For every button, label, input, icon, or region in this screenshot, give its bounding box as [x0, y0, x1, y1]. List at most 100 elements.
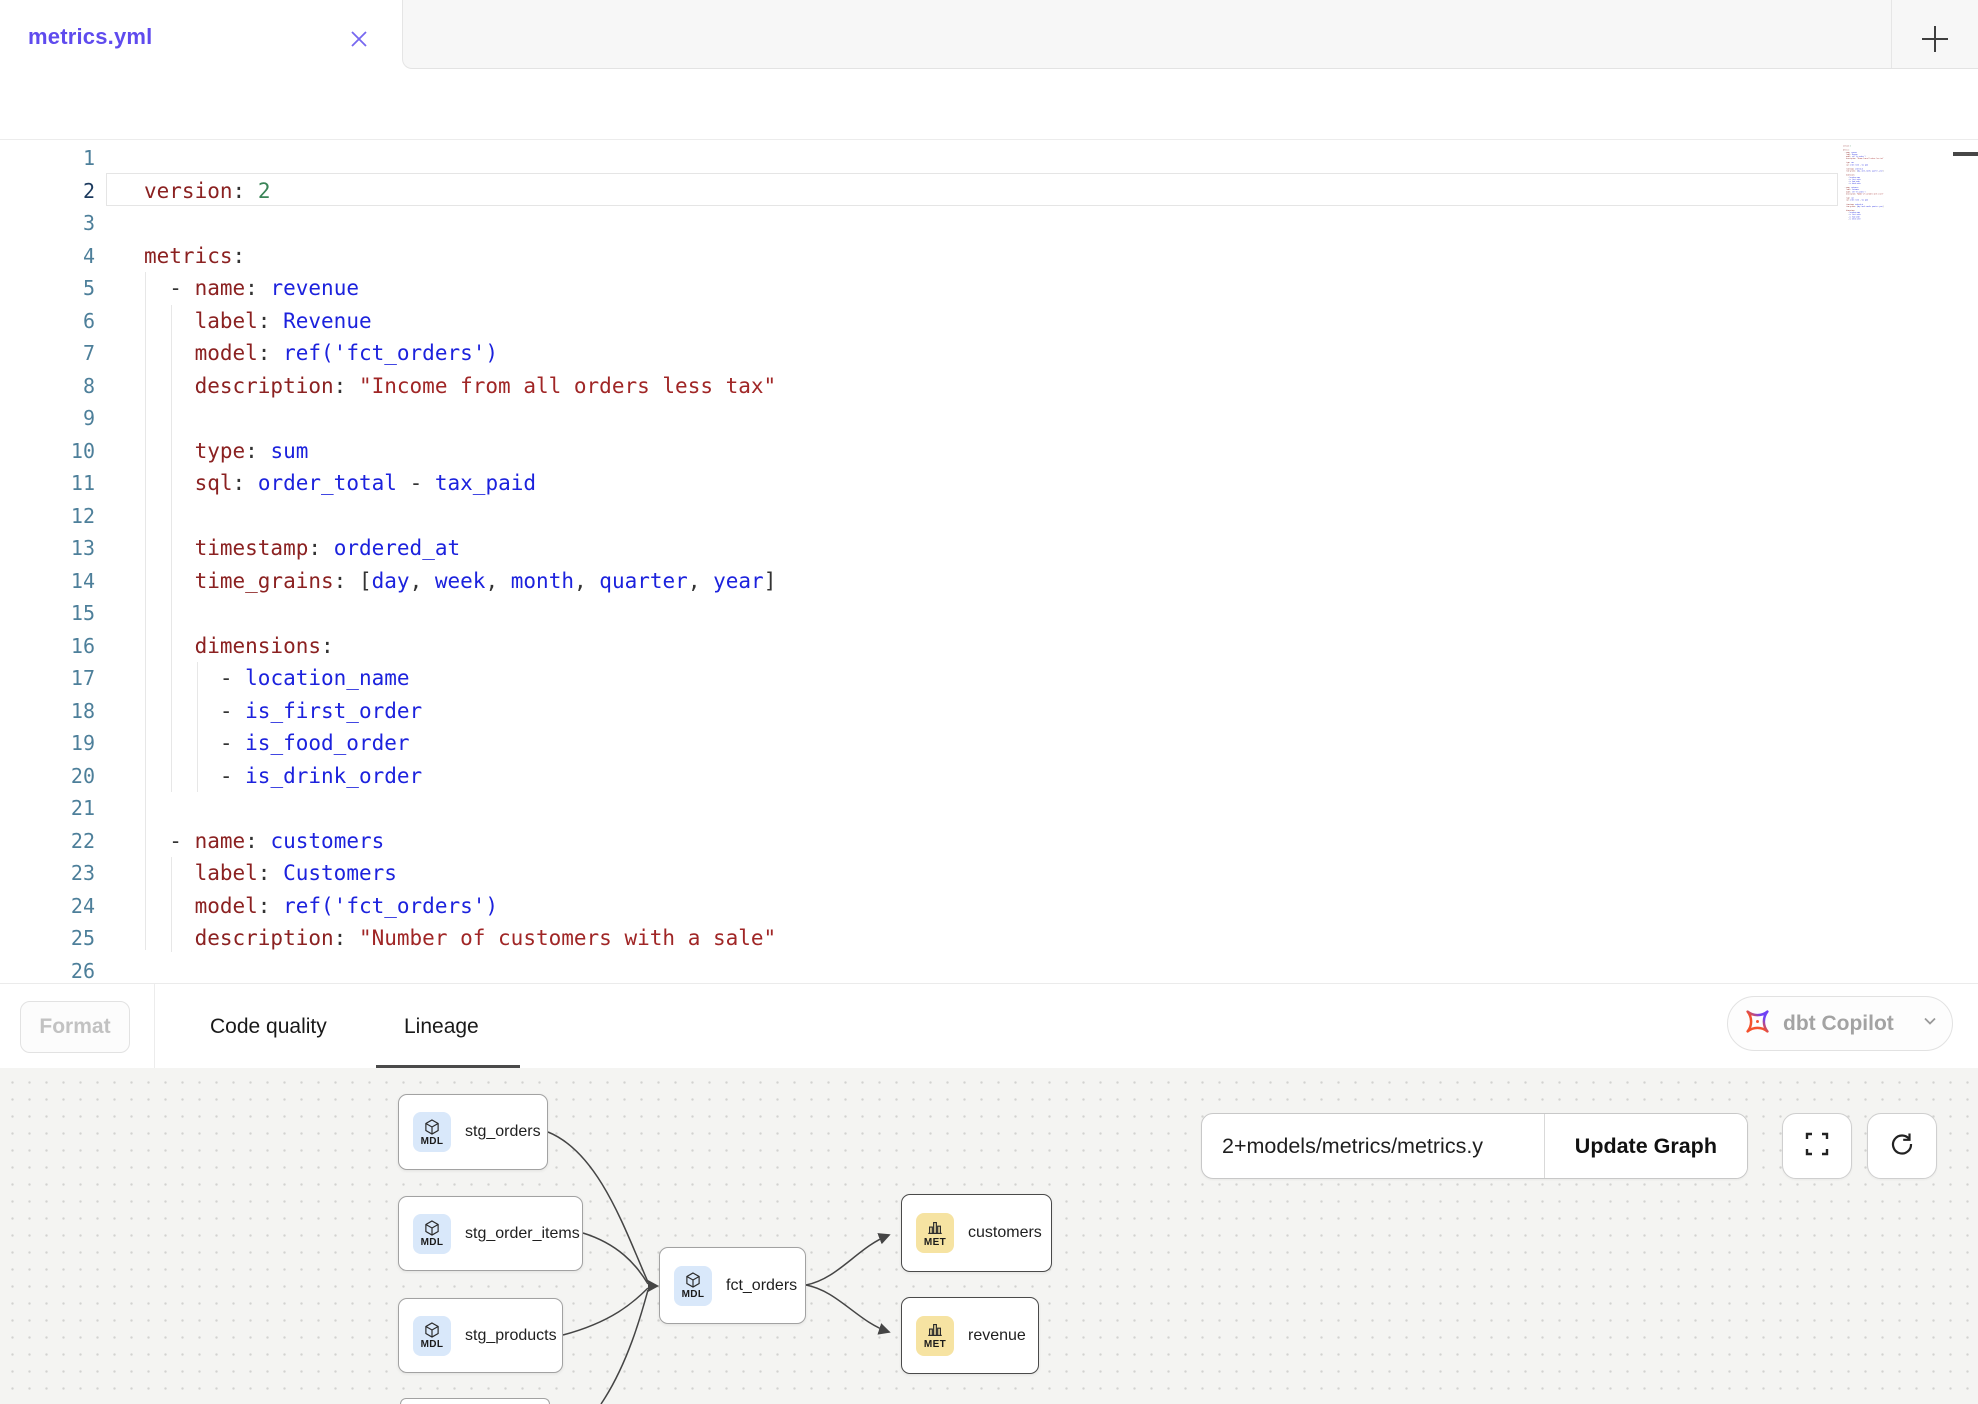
- line-number: 21: [0, 792, 95, 825]
- metric-chart-icon: MET: [916, 1316, 954, 1356]
- lineage-node-revenue[interactable]: MET revenue: [901, 1297, 1039, 1374]
- minimap-content: version: 2 metrics: - name: revenue labe…: [1843, 143, 1895, 220]
- code-line: - location_name: [144, 662, 776, 695]
- line-number: 12: [0, 500, 95, 533]
- tab-lineage[interactable]: Lineage: [404, 984, 479, 1069]
- code-line: - is_drink_order: [1843, 218, 1895, 220]
- format-button[interactable]: Format: [20, 1001, 130, 1053]
- copilot-label: dbt Copilot: [1783, 1012, 1894, 1036]
- tab-code-quality[interactable]: Code quality: [210, 984, 327, 1069]
- lineage-canvas[interactable]: MDL stg_orders MDL stg_order_items MDL stg_pr…: [0, 1068, 1978, 1404]
- line-number: 20: [0, 760, 95, 793]
- line-number: 5: [0, 272, 95, 305]
- line-number: 7: [0, 337, 95, 370]
- plus-icon[interactable]: [1918, 22, 1952, 56]
- close-icon[interactable]: [347, 27, 371, 51]
- lineage-node-stg_order_items[interactable]: MDL stg_order_items: [398, 1196, 583, 1271]
- node-label: stg_orders: [465, 1123, 541, 1141]
- lineage-node-fct_orders[interactable]: MDL fct_orders: [659, 1247, 806, 1324]
- node-label: stg_order_items: [465, 1225, 580, 1243]
- model-cube-icon: MDL: [413, 1112, 451, 1152]
- code-line: [144, 597, 776, 630]
- edge-stg_products-fct_orders: [563, 1288, 648, 1335]
- code-line: metrics:: [144, 240, 776, 273]
- node-type-badge: MET: [924, 1340, 946, 1350]
- code-line: - name: customers: [144, 825, 776, 858]
- tab-bar-divider: [1891, 0, 1892, 68]
- code-line: [144, 207, 776, 240]
- code-line: - is_drink_order: [144, 760, 776, 793]
- lineage-node-customers[interactable]: MET customers: [901, 1194, 1052, 1272]
- node-type-badge: MET: [924, 1238, 946, 1248]
- scrollbar-thumb[interactable]: [1953, 152, 1978, 156]
- line-number: 2: [0, 175, 95, 208]
- line-number: 8: [0, 370, 95, 403]
- code-line: type: sum: [144, 435, 776, 468]
- code-line: description: "Income from all orders les…: [144, 370, 776, 403]
- code-line: sql: order_total - tax_paid: [144, 467, 776, 500]
- model-cube-icon: MDL: [674, 1266, 712, 1306]
- minimap[interactable]: version: 2 metrics: - name: revenue labe…: [1843, 143, 1895, 273]
- code-content[interactable]: version: 2 metrics: - name: revenue labe…: [144, 142, 776, 983]
- node-type-badge: MDL: [421, 1137, 444, 1147]
- code-line: [144, 955, 776, 984]
- toolbar-divider: [154, 984, 155, 1069]
- code-line: model: ref('fct_orders'): [144, 337, 776, 370]
- lineage-node-stg_orders[interactable]: MDL stg_orders: [398, 1094, 548, 1170]
- update-graph-button[interactable]: Update Graph: [1544, 1114, 1747, 1178]
- line-number: 11: [0, 467, 95, 500]
- code-line: time_grains: [day, week, month, quarter,…: [144, 565, 776, 598]
- lineage-filter-input[interactable]: [1202, 1114, 1544, 1178]
- model-cube-icon: MDL: [413, 1316, 451, 1356]
- node-label: customers: [968, 1224, 1042, 1242]
- line-number: 13: [0, 532, 95, 565]
- line-number: 9: [0, 402, 95, 435]
- tab-bar: metrics.yml: [0, 0, 1978, 69]
- node-type-badge: MDL: [421, 1340, 444, 1350]
- fullscreen-icon: [1804, 1131, 1830, 1162]
- code-line: [144, 402, 776, 435]
- tab-metrics-yml[interactable]: metrics.yml: [0, 0, 402, 69]
- code-line: timestamp: ordered_at: [144, 532, 776, 565]
- line-number: 4: [0, 240, 95, 273]
- line-number-gutter: 1234567891011121314151617181920212223242…: [0, 142, 95, 983]
- line-number: 19: [0, 727, 95, 760]
- model-cube-icon: MDL: [413, 1214, 451, 1254]
- dbt-cloud-ide: metrics.yml models / metrics / metrics.y…: [0, 0, 1978, 1404]
- tab-title: metrics.yml: [28, 24, 153, 50]
- node-label: fct_orders: [726, 1277, 797, 1295]
- edge-fct_orders-customers: [806, 1235, 889, 1285]
- lineage-node-partial[interactable]: [400, 1398, 550, 1404]
- code-line: - is_food_order: [144, 727, 776, 760]
- dbt-copilot-button[interactable]: dbt Copilot: [1727, 996, 1953, 1051]
- edge-fct_orders-revenue: [806, 1285, 889, 1332]
- line-number: 26: [0, 955, 95, 984]
- node-label: revenue: [968, 1327, 1026, 1345]
- code-line: dimensions:: [144, 630, 776, 663]
- code-line: [144, 142, 776, 175]
- line-number: 14: [0, 565, 95, 598]
- code-line: label: Revenue: [144, 305, 776, 338]
- line-number: 16: [0, 630, 95, 663]
- node-type-badge: MDL: [421, 1238, 444, 1248]
- node-label: stg_products: [465, 1327, 557, 1345]
- node-type-badge: MDL: [682, 1290, 705, 1300]
- line-number: 18: [0, 695, 95, 728]
- lineage-node-stg_products[interactable]: MDL stg_products: [398, 1298, 563, 1373]
- line-number: 23: [0, 857, 95, 890]
- refresh-button[interactable]: [1867, 1113, 1937, 1179]
- line-number: 1: [0, 142, 95, 175]
- fullscreen-button[interactable]: [1782, 1113, 1852, 1179]
- line-number: 24: [0, 890, 95, 923]
- line-number: 25: [0, 922, 95, 955]
- line-number: 17: [0, 662, 95, 695]
- line-number: 6: [0, 305, 95, 338]
- copilot-logo-icon: [1745, 1009, 1770, 1039]
- lineage-filter-group: Update Graph: [1201, 1113, 1748, 1179]
- code-line: label: Customers: [144, 857, 776, 890]
- refresh-icon: [1888, 1130, 1916, 1163]
- tab-bar-empty-area: [402, 0, 1978, 69]
- bottom-toolbar: Format Code quality Lineage dbt Copilot: [0, 983, 1978, 1068]
- code-editor[interactable]: 1234567891011121314151617181920212223242…: [0, 140, 1978, 983]
- edge-arrowhead: [648, 1280, 659, 1292]
